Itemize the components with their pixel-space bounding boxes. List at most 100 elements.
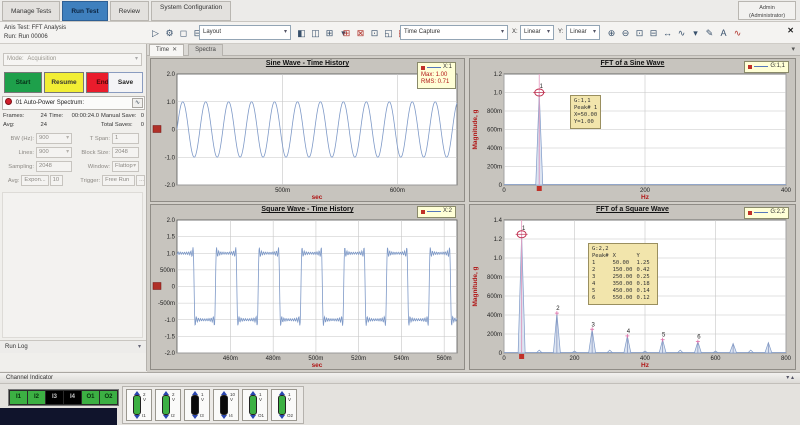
channel-chip-i3[interactable]: I3: [46, 391, 63, 404]
field-input-sampling-[interactable]: 2048: [36, 161, 72, 172]
field-input-block-size-[interactable]: 2048: [112, 147, 139, 158]
stat-label: Total Saves:: [101, 121, 133, 130]
field-input-trigger-[interactable]: Free Run▾: [102, 175, 135, 186]
channel-chip-o1[interactable]: O1: [82, 391, 99, 404]
svg-text:-1.0: -1.0: [165, 318, 176, 324]
text-label-icon[interactable]: A: [718, 26, 729, 40]
ribbon-tab-manage-tests[interactable]: Manage Tests: [2, 1, 60, 21]
channel-chip-i2[interactable]: I2: [28, 391, 45, 404]
signal-trace-icon[interactable]: ∿: [676, 26, 687, 40]
svg-text:Hz: Hz: [641, 194, 650, 201]
svg-text:-1.0: -1.0: [165, 155, 176, 161]
chevron-down-icon: ▾: [547, 26, 550, 39]
svg-text:520m: 520m: [351, 356, 366, 362]
tab-spectra[interactable]: Spectra: [188, 44, 223, 56]
settings-gear-icon[interactable]: ⚙: [164, 26, 175, 40]
zoom-box-icon[interactable]: ⊡: [634, 26, 645, 40]
new-run-icon[interactable]: ▷: [150, 26, 161, 40]
plot-area[interactable]: 460m480m500m520m540m560m2.01.51.0500m0-5…: [151, 216, 464, 369]
zoom-in-icon[interactable]: ⊕: [606, 26, 617, 40]
channel-chip-i1[interactable]: I1: [10, 391, 27, 404]
field-extra[interactable]: 10: [50, 175, 64, 186]
channel-meter-o1: 1VO1: [242, 389, 268, 421]
document-tabs: Time✕ Spectra ▾: [147, 44, 800, 56]
collapse-icons[interactable]: ▾ ▴: [786, 373, 794, 383]
cursor-add-icon[interactable]: ⊞: [341, 26, 352, 40]
run-log-section[interactable]: Run Log ▾: [0, 340, 146, 353]
plot-area[interactable]: 02004001.21.0800m600m400m200m0HzMagnitud…: [470, 70, 795, 201]
admin-button[interactable]: Admin (Administrator): [738, 1, 796, 20]
y-scale-combo[interactable]: Linear▾: [566, 25, 600, 40]
ribbon-tab-system-configuration[interactable]: System Configuration: [151, 1, 231, 21]
svg-text:1.0: 1.0: [167, 100, 176, 106]
measurement-row[interactable]: 01 Auto-Power Spectrum: ∿: [2, 96, 145, 110]
chevron-down-icon: ▾: [501, 26, 504, 39]
toolbar: Anis Test: FFT Analysis Run: Run 00006 ▷…: [0, 22, 800, 44]
ribbon-tab-run-test[interactable]: Run Test: [62, 1, 107, 21]
marker-frame-icon[interactable]: ◱: [383, 26, 394, 40]
stat-label: Frames:: [3, 112, 24, 121]
svg-text:-500m: -500m: [158, 301, 175, 307]
svg-text:2.0: 2.0: [167, 218, 176, 224]
field-label: T Span:: [72, 136, 112, 142]
x-scale-label: X:: [512, 29, 518, 35]
svg-text:sec: sec: [312, 362, 323, 369]
layout-combo[interactable]: Layout▾: [199, 25, 291, 40]
new-window-icon[interactable]: ◻: [178, 26, 189, 40]
close-icon[interactable]: ✕: [787, 26, 794, 35]
plot-area[interactable]: 500m600m2.01.00-1.0-2.0sec: [151, 70, 464, 201]
field-input-bw-hz-[interactable]: 900▾: [36, 133, 72, 144]
ribbon-tab-review[interactable]: Review: [110, 1, 149, 21]
field-input-window-[interactable]: Flattop▾: [112, 161, 139, 172]
mode-combo[interactable]: Mode: Acquisition ▾: [3, 53, 142, 66]
field-label: Block Size:: [72, 150, 112, 156]
mode-value: Acquisition: [27, 56, 56, 62]
channel-indicator-header[interactable]: Channel Indicator ▾ ▴: [0, 373, 800, 384]
chart-svg: 500m600m2.01.00-1.0-2.0sec: [151, 70, 464, 201]
channel-chip-i4[interactable]: I4: [64, 391, 81, 404]
tab-time[interactable]: Time✕: [149, 44, 184, 56]
wave-label-icon[interactable]: ∿: [732, 26, 743, 40]
svg-text:200: 200: [569, 356, 580, 362]
toolbar-group-zoom: ⊕⊖⊡⊟: [606, 25, 659, 41]
chevron-down-icon[interactable]: ▾: [791, 45, 795, 53]
close-tab-icon[interactable]: ✕: [172, 47, 177, 53]
field-input-lines-[interactable]: 900▾: [36, 147, 72, 158]
svg-text:Hz: Hz: [641, 362, 650, 369]
trace-dropdown-icon[interactable]: ▾: [690, 26, 701, 40]
split-window-icon[interactable]: ◧: [296, 26, 307, 40]
add-window-icon[interactable]: ◫: [310, 26, 321, 40]
chevron-down-icon: ▾: [138, 341, 141, 353]
cursor-remove-icon[interactable]: ⊠: [355, 26, 366, 40]
annotate-pen-icon[interactable]: ✎: [704, 26, 715, 40]
dark-strip: [0, 408, 117, 425]
chart-legend: G:1,1: [744, 61, 789, 73]
field-input-avg-[interactable]: Expon...▾: [21, 175, 48, 186]
zoom-reset-icon[interactable]: ⊟: [648, 26, 659, 40]
field-extra[interactable]: ...: [136, 175, 145, 186]
acquisition-panel: Mode: Acquisition ▾ Start Resume End Sav…: [0, 44, 147, 371]
chevron-down-icon: ▾: [284, 26, 287, 39]
chart-sine-time-history: Sine Wave - Time History 500m600m2.01.00…: [150, 58, 465, 202]
display-mode-combo[interactable]: Time Capture▾: [400, 25, 508, 40]
start-button[interactable]: Start: [4, 72, 42, 93]
svg-text:600m: 600m: [390, 188, 405, 194]
cascade-window-icon[interactable]: ⊞: [324, 26, 335, 40]
marker-box-icon[interactable]: ⊡: [369, 26, 380, 40]
svg-text:400: 400: [781, 188, 792, 194]
svg-text:1.5: 1.5: [167, 235, 176, 241]
channel-chip-o2[interactable]: O2: [100, 391, 117, 404]
acquisition-stats: Frames:24Time:00:00:24.0Manual Save:0Avg…: [3, 112, 144, 130]
svg-text:600: 600: [710, 356, 721, 362]
pan-horizontal-icon[interactable]: ↔: [662, 26, 673, 40]
toolbar-group-annotate: ↔∿▾✎A∿: [662, 25, 743, 41]
save-button[interactable]: Save: [108, 72, 143, 93]
resume-button[interactable]: Resume: [44, 72, 84, 93]
signal-trace-button[interactable]: ∿: [132, 98, 143, 108]
zoom-out-icon[interactable]: ⊖: [620, 26, 631, 40]
field-input-t-span-[interactable]: 1: [112, 133, 139, 144]
x-scale-value: Linear: [524, 29, 541, 35]
x-scale-combo[interactable]: Linear ▾: [520, 25, 554, 40]
svg-text:600m: 600m: [487, 294, 502, 300]
svg-text:1.0: 1.0: [494, 256, 503, 262]
